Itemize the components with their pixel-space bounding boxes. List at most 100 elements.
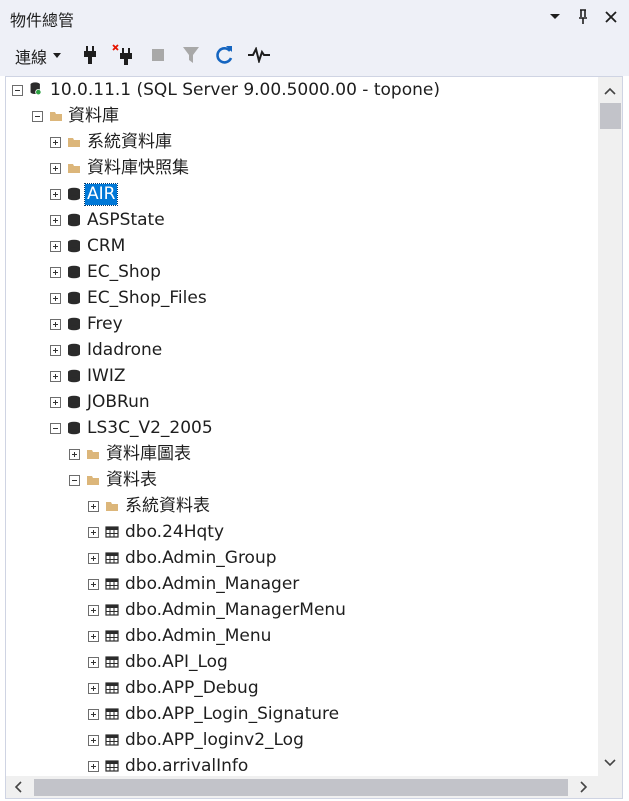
tree-node-db-diagrams[interactable]: 資料庫圖表 — [6, 442, 598, 468]
table-icon — [105, 760, 119, 772]
system-databases-label: 系統資料庫 — [87, 132, 172, 152]
database-icon — [68, 421, 80, 435]
tree-node-table[interactable]: dbo.APP_loginv2_Log — [6, 728, 598, 754]
refresh-icon[interactable] — [214, 44, 236, 66]
disconnect-icon[interactable] — [112, 44, 134, 66]
databases-folder-label: 資料庫 — [68, 106, 119, 126]
expand-toggle[interactable] — [50, 137, 61, 148]
expand-toggle[interactable] — [88, 579, 99, 590]
scroll-down-arrow-icon[interactable] — [602, 755, 618, 771]
database-label: ASPState — [87, 210, 165, 230]
table-label: dbo.Admin_Manager — [125, 574, 300, 594]
expand-toggle[interactable] — [88, 735, 99, 746]
object-tree[interactable]: 10.0.11.1 (SQL Server 9.00.5000.00 - top… — [6, 77, 598, 776]
server-label: 10.0.11.1 (SQL Server 9.00.5000.00 - top… — [50, 80, 440, 100]
filter-icon[interactable] — [180, 44, 202, 66]
scroll-up-arrow-icon[interactable] — [602, 83, 618, 99]
tree-node-table[interactable]: dbo.24Hqty — [6, 520, 598, 546]
expand-toggle[interactable] — [88, 631, 99, 642]
folder-icon — [106, 502, 118, 511]
expand-toggle[interactable] — [88, 501, 99, 512]
table-label: dbo.Admin_Group — [125, 548, 277, 568]
database-icon — [68, 317, 80, 331]
close-icon[interactable] — [601, 6, 621, 28]
database-icon — [68, 187, 80, 201]
tree-node-server[interactable]: 10.0.11.1 (SQL Server 9.00.5000.00 - top… — [6, 78, 598, 104]
tree-node-table[interactable]: dbo.APP_Debug — [6, 676, 598, 702]
connect-plug-icon[interactable] — [79, 44, 101, 66]
vertical-scrollbar[interactable] — [598, 77, 622, 776]
tree-node-database[interactable]: Idadrone — [6, 338, 598, 364]
database-icon — [68, 369, 80, 383]
tree-node-table[interactable]: dbo.Admin_Menu — [6, 624, 598, 650]
tree-node-table[interactable]: dbo.API_Log — [6, 650, 598, 676]
table-icon — [105, 682, 119, 694]
expand-toggle[interactable] — [88, 761, 99, 772]
table-label: dbo.Admin_ManagerMenu — [125, 600, 346, 620]
expand-toggle[interactable] — [88, 683, 99, 694]
collapse-toggle[interactable] — [32, 111, 43, 122]
expand-toggle[interactable] — [69, 449, 80, 460]
horizontal-scroll-thumb[interactable] — [34, 779, 568, 796]
tree-node-database[interactable]: EC_Shop — [6, 260, 598, 286]
tree-node-database[interactable]: JOBRun — [6, 390, 598, 416]
connect-label: 連線 — [15, 48, 48, 67]
tree-node-table[interactable]: dbo.APP_Login_Signature — [6, 702, 598, 728]
database-icon — [68, 395, 80, 409]
tree-node-tables-folder[interactable]: 資料表 — [6, 468, 598, 494]
tree-node-table[interactable]: dbo.Admin_Manager — [6, 572, 598, 598]
table-icon — [105, 708, 119, 720]
table-label: dbo.arrivalInfo — [125, 756, 249, 776]
expand-toggle[interactable] — [50, 319, 61, 330]
pin-icon[interactable] — [573, 6, 593, 28]
tree-node-system-databases[interactable]: 系統資料庫 — [6, 130, 598, 156]
tree-node-databases-folder[interactable]: 資料庫 — [6, 104, 598, 130]
database-label: CRM — [87, 236, 126, 256]
expand-toggle[interactable] — [50, 215, 61, 226]
expand-toggle[interactable] — [50, 371, 61, 382]
stop-icon[interactable] — [147, 44, 169, 66]
table-icon — [105, 734, 119, 746]
vertical-scroll-thumb[interactable] — [600, 103, 621, 129]
expand-toggle[interactable] — [50, 293, 61, 304]
scroll-right-arrow-icon[interactable] — [576, 779, 592, 795]
tree-node-table[interactable]: dbo.Admin_ManagerMenu — [6, 598, 598, 624]
tree-node-snapshots[interactable]: 資料庫快照集 — [6, 156, 598, 182]
tree-node-database[interactable]: ASPState — [6, 208, 598, 234]
tree-node-database-expanded[interactable]: LS3C_V2_2005 — [6, 416, 598, 442]
table-label: dbo.APP_loginv2_Log — [125, 730, 304, 750]
expand-toggle[interactable] — [88, 605, 99, 616]
collapse-toggle[interactable] — [50, 423, 61, 434]
tree-node-table[interactable]: dbo.Admin_Group — [6, 546, 598, 572]
table-label: dbo.API_Log — [125, 652, 228, 672]
tree-node-table[interactable]: dbo.arrivalInfo — [6, 754, 598, 776]
tree-node-system-tables[interactable]: 系統資料表 — [6, 494, 598, 520]
system-tables-label: 系統資料表 — [125, 496, 210, 516]
expand-toggle[interactable] — [88, 709, 99, 720]
horizontal-scrollbar[interactable] — [6, 776, 598, 798]
activity-monitor-icon[interactable] — [248, 44, 270, 66]
expand-toggle[interactable] — [50, 163, 61, 174]
expand-toggle[interactable] — [50, 189, 61, 200]
expand-toggle[interactable] — [88, 527, 99, 538]
expand-toggle[interactable] — [50, 397, 61, 408]
folder-icon — [50, 112, 62, 121]
database-label: IWIZ — [87, 366, 126, 386]
expand-toggle[interactable] — [50, 241, 61, 252]
panel-title: 物件總管 — [10, 11, 75, 30]
expand-toggle[interactable] — [50, 345, 61, 356]
expand-toggle[interactable] — [50, 267, 61, 278]
window-position-dropdown-icon[interactable] — [545, 6, 565, 28]
tree-node-database[interactable]: IWIZ — [6, 364, 598, 390]
tree-node-database[interactable]: CRM — [6, 234, 598, 260]
collapse-toggle[interactable] — [12, 85, 23, 96]
collapse-toggle[interactable] — [69, 475, 80, 486]
expand-toggle[interactable] — [88, 657, 99, 668]
expand-toggle[interactable] — [88, 553, 99, 564]
connect-dropdown-button[interactable]: 連線 — [15, 44, 62, 68]
table-label: dbo.Admin_Menu — [125, 626, 272, 646]
tree-node-database[interactable]: EC_Shop_Files — [6, 286, 598, 312]
tree-node-database[interactable]: AIR — [6, 182, 598, 208]
scroll-left-arrow-icon[interactable] — [10, 779, 26, 795]
tree-node-database[interactable]: Frey — [6, 312, 598, 338]
